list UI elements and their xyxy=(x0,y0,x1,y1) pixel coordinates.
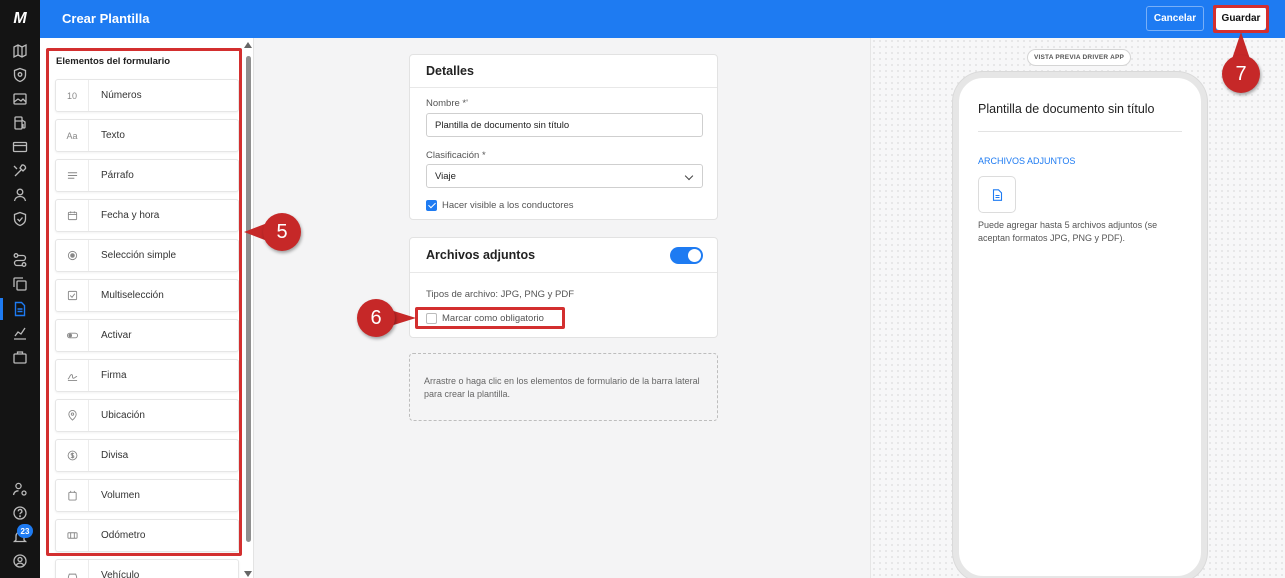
name-input[interactable]: Plantilla de documento sin título xyxy=(426,113,703,137)
cancel-button[interactable]: Cancelar xyxy=(1146,6,1204,31)
form-element-label: Vehículo xyxy=(101,570,140,578)
name-label: Nombre *' xyxy=(426,98,468,109)
visible-to-drivers-checkbox[interactable] xyxy=(426,200,437,211)
callout-6: 6 xyxy=(357,299,395,337)
notification-badge: 23 xyxy=(17,524,33,538)
classification-select[interactable]: Viaje xyxy=(426,164,703,188)
map-icon[interactable] xyxy=(12,43,28,59)
person-icon[interactable] xyxy=(12,187,28,203)
preview-title: Plantilla de documento sin título xyxy=(978,102,1155,116)
form-elements-annotation-box xyxy=(46,48,242,556)
scroll-up-arrow[interactable] xyxy=(244,42,252,48)
app-logo[interactable]: M xyxy=(0,0,40,38)
card-icon[interactable] xyxy=(12,139,28,155)
phone-frame xyxy=(953,72,1207,578)
fuel-icon[interactable] xyxy=(12,115,28,131)
navigation-rail: M 23 xyxy=(0,0,40,578)
active-indicator xyxy=(0,298,3,320)
account-icon[interactable] xyxy=(12,553,28,569)
template-dropzone[interactable]: Arrastre o haga clic en los elementos de… xyxy=(409,353,718,421)
callout-7: 7 xyxy=(1222,55,1260,93)
help-icon[interactable] xyxy=(12,505,28,521)
shield-icon[interactable] xyxy=(12,67,28,83)
briefcase-icon[interactable] xyxy=(12,349,28,365)
attachments-title: Archivos adjuntos xyxy=(426,248,536,262)
required-annotation-box xyxy=(415,307,565,329)
tools-icon[interactable] xyxy=(12,163,28,179)
copy-icon[interactable] xyxy=(12,276,28,292)
chart-icon[interactable] xyxy=(12,325,28,341)
route-icon[interactable] xyxy=(12,252,28,268)
classification-label: Clasificación * xyxy=(426,150,486,161)
scroll-down-arrow[interactable] xyxy=(244,571,252,577)
driver-app-preview-pill: VISTA PREVIA DRIVER APP xyxy=(1027,49,1131,66)
save-annotation-box xyxy=(1213,5,1269,33)
panel-scrollbar-thumb[interactable] xyxy=(246,56,251,542)
top-header: Crear Plantilla Cancelar Guardar xyxy=(40,0,1285,38)
preview-help-text: Puede agregar hasta 5 archivos adjuntos … xyxy=(978,220,1158,243)
classification-value: Viaje xyxy=(435,170,456,182)
callout-5: 5 xyxy=(263,213,301,251)
details-title: Detalles xyxy=(426,64,474,78)
document-icon xyxy=(992,188,1002,201)
visible-to-drivers-label: Hacer visible a los conductores xyxy=(442,200,574,211)
attachments-toggle[interactable] xyxy=(670,247,703,264)
preview-attach-button[interactable] xyxy=(978,176,1016,213)
attachments-divider xyxy=(410,272,717,273)
form-element-vehicle[interactable]: Vehículo xyxy=(55,559,239,578)
page-title: Crear Plantilla xyxy=(62,11,150,26)
shield-check-icon[interactable] xyxy=(12,211,28,227)
preview-attachments-heading: ARCHIVOS ADJUNTOS xyxy=(978,156,1076,166)
user-settings-icon[interactable] xyxy=(12,481,28,497)
file-types-text: Tipos de archivo: JPG, PNG y PDF xyxy=(426,289,574,300)
preview-divider xyxy=(978,131,1182,132)
chevron-down-icon xyxy=(684,171,694,181)
image-icon[interactable] xyxy=(12,91,28,107)
vehicle-icon xyxy=(56,560,89,578)
dropzone-text: Arrastre o haga clic en los elementos de… xyxy=(424,376,700,399)
document-icon[interactable] xyxy=(12,301,28,317)
details-card: Detalles Nombre *' Plantilla de document… xyxy=(409,54,718,220)
details-divider xyxy=(410,87,717,88)
